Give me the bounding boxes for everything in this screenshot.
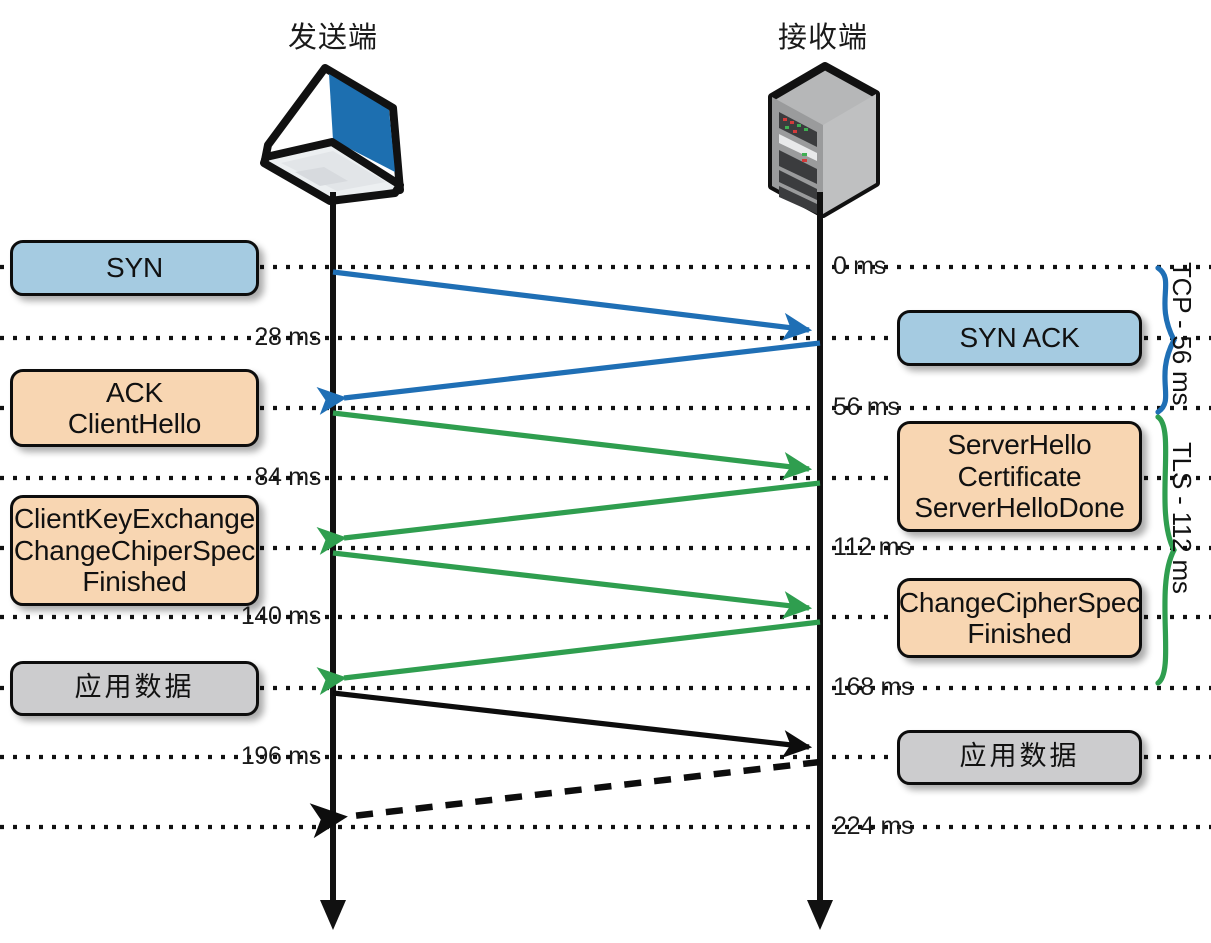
app-data-send-arrow (332, 690, 813, 759)
message-box-app-data-server: 应用数据 (897, 730, 1142, 785)
server-icon (768, 62, 880, 218)
message-line: SYN (106, 252, 163, 284)
time-label-28-ms: 28 ms (254, 323, 321, 351)
message-arrows (309, 269, 821, 839)
tcp-phase-label: TCP - 56 ms (1167, 262, 1197, 406)
receiver-endpoint-label: 接收端 (777, 20, 868, 54)
time-label-56-ms: 56 ms (833, 393, 900, 421)
client-lifeline-arrowhead (320, 900, 346, 930)
syn-arrow (332, 269, 813, 341)
time-label-168-ms: 168 ms (833, 673, 914, 701)
client-tls-1-arrow (332, 410, 813, 480)
time-label-224-ms: 224 ms (833, 812, 914, 840)
sequence-diagram-canvas: 发送端 接收端 SYN SYN ACK ACK ClientHello ServerHe… (0, 0, 1211, 943)
time-label-140-ms: 140 ms (240, 602, 321, 630)
app-data-recv-arrow (309, 758, 821, 839)
message-box-clientkeyexchange-group: ClientKeyExchange ChangeChiperSpec Finishe… (10, 495, 259, 606)
server-tls-1-arrow (316, 480, 821, 555)
time-label-112-ms: 112 ms (833, 533, 912, 561)
message-line: ClientKeyExchange (14, 503, 255, 535)
server-tls-2-arrow (316, 619, 821, 695)
message-box-serverhello-group: ServerHello Certificate ServerHelloDone (897, 421, 1142, 532)
server-lifeline-arrowhead (807, 900, 833, 930)
message-line: Finished (82, 566, 187, 598)
time-label-84-ms: 84 ms (254, 463, 321, 491)
time-label-196-ms: 196 ms (240, 742, 321, 770)
message-box-changecipherspec-group: ChangeCipherSpec Finished (897, 578, 1142, 658)
sender-endpoint-label: 发送端 (287, 20, 378, 54)
message-line: ChangeCipherSpec (898, 586, 1141, 618)
message-line: Certificate (957, 460, 1082, 492)
message-line: ChangeChiperSpec (13, 534, 256, 566)
message-line: 应用数据 (959, 741, 1080, 773)
message-line: SYN ACK (959, 322, 1080, 354)
message-line: ServerHello (947, 429, 1092, 461)
message-line: 应用数据 (74, 672, 195, 704)
message-line: ServerHelloDone (914, 492, 1125, 524)
message-line: Finished (967, 618, 1072, 649)
message-box-ack-clienthello: ACK ClientHello (10, 369, 259, 447)
message-box-syn-ack: SYN ACK (897, 310, 1142, 366)
message-box-app-data-client: 应用数据 (10, 661, 259, 716)
message-line: ACK (106, 376, 163, 408)
tls-phase-label: TLS - 112 ms (1167, 442, 1197, 594)
message-box-syn: SYN (10, 240, 259, 296)
message-line: ClientHello (67, 408, 202, 439)
laptop-icon (260, 64, 404, 205)
time-label-0-ms: 0 ms (833, 252, 886, 280)
syn-ack-arrow (316, 340, 821, 415)
client-tls-2-arrow (332, 550, 813, 619)
